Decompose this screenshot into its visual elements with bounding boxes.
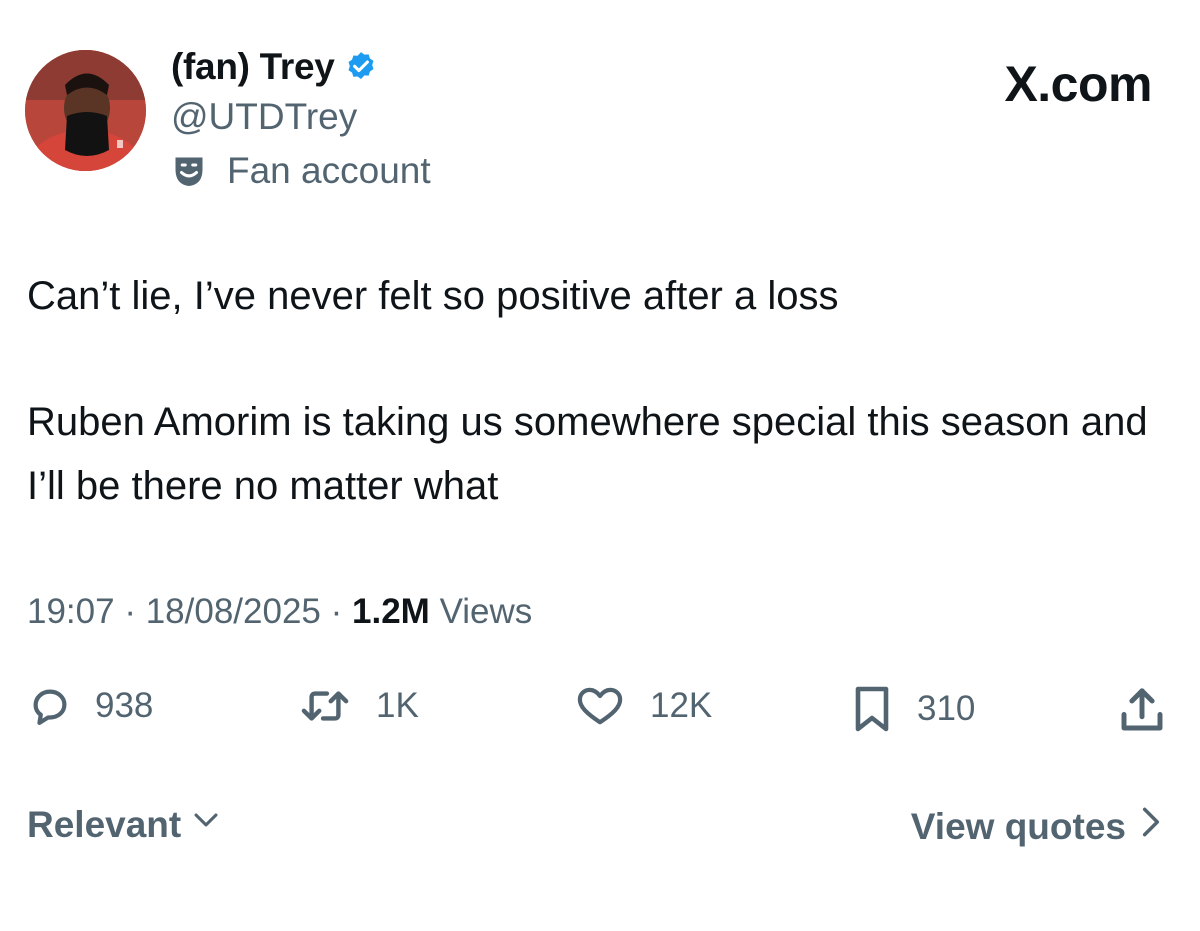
reply-sort-dropdown[interactable]: Relevant	[27, 803, 223, 846]
tweet-meta: 19:07 · 18/08/2025 · 1.2M Views	[27, 592, 532, 632]
author-name-row[interactable]: (fan) Trey	[171, 46, 378, 88]
like-count: 12K	[650, 686, 713, 725]
like-button[interactable]: 12K	[572, 683, 712, 729]
account-label[interactable]: Fan account	[171, 150, 431, 192]
repost-count: 1K	[376, 686, 419, 725]
account-label-text: Fan account	[227, 150, 431, 191]
bookmark-button[interactable]: 310	[849, 683, 975, 735]
repost-icon	[296, 683, 354, 729]
avatar[interactable]	[25, 50, 146, 171]
tweet-date[interactable]: 18/08/2025	[146, 592, 321, 631]
speech-bubble-icon	[27, 683, 73, 729]
meta-separator: ·	[330, 592, 353, 631]
reply-button[interactable]: 938	[27, 683, 153, 729]
tweet-time[interactable]: 19:07	[27, 592, 115, 631]
brand-watermark: X.com	[1004, 56, 1152, 112]
avatar-image	[25, 50, 146, 171]
bookmark-count: 310	[917, 689, 976, 728]
verified-badge-icon	[344, 50, 378, 84]
share-button[interactable]	[1115, 683, 1169, 737]
author-handle[interactable]: @UTDTrey	[171, 96, 357, 138]
bookmark-icon	[849, 683, 895, 735]
view-quotes-link[interactable]: View quotes	[911, 803, 1162, 850]
share-icon	[1115, 683, 1169, 737]
view-quotes-label: View quotes	[910, 805, 1126, 847]
author-display-name[interactable]: (fan) Trey	[171, 46, 335, 88]
theater-mask-icon	[171, 153, 207, 189]
meta-separator: ·	[124, 592, 146, 631]
repost-button[interactable]: 1K	[296, 683, 419, 729]
reply-count: 938	[95, 686, 154, 725]
views-count: 1.2M	[352, 592, 430, 631]
tweet-text-paragraph: Ruben Amorim is taking us somewhere spec…	[27, 400, 1148, 508]
chevron-right-icon	[1126, 803, 1162, 850]
chevron-down-icon	[181, 803, 223, 846]
reply-sort-label: Relevant	[27, 803, 182, 845]
heart-icon	[572, 683, 628, 729]
views-label: Views	[439, 592, 533, 631]
tweet-text-paragraph: Can’t lie, I’ve never felt so positive a…	[27, 274, 839, 318]
